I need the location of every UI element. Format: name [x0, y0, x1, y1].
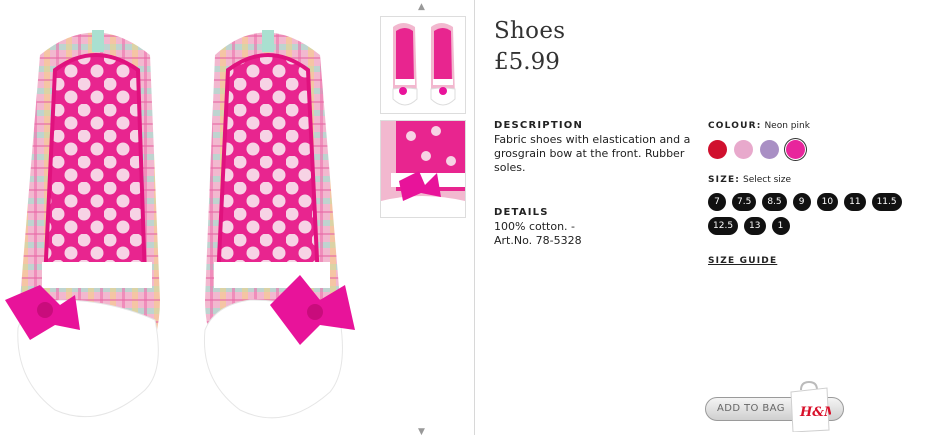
- left-shoe: [5, 30, 161, 418]
- colour-swatch-light-pink[interactable]: [734, 140, 753, 159]
- colour-selected-value: Neon pink: [764, 121, 810, 131]
- size-option[interactable]: 13: [744, 217, 766, 235]
- size-guide-link[interactable]: SIZE GUIDE: [708, 256, 777, 266]
- thumbnail-up-arrow-icon[interactable]: ▲: [418, 3, 425, 12]
- size-selector: SIZE: Select size 7 7.5 8.5 9 10 11 11.5…: [708, 175, 918, 235]
- colour-selector: COLOUR: Neon pink: [708, 121, 810, 159]
- size-option[interactable]: 8.5: [762, 193, 787, 211]
- size-label: SIZE:: [708, 175, 741, 185]
- thumbnail-detail-view[interactable]: [380, 120, 466, 218]
- size-option[interactable]: 9: [792, 193, 811, 211]
- size-option[interactable]: 12.5: [708, 217, 739, 235]
- column-divider: [474, 0, 475, 435]
- details-line: 100% cotton. -: [494, 220, 576, 233]
- colour-swatch-red[interactable]: [708, 140, 727, 159]
- add-to-bag-label: ADD TO BAG: [717, 403, 785, 414]
- size-option[interactable]: 11.5: [871, 193, 902, 211]
- thumbnail-down-arrow-icon[interactable]: ▼: [418, 428, 425, 437]
- size-option[interactable]: 7.5: [732, 193, 757, 211]
- size-option[interactable]: 7: [708, 193, 726, 211]
- description-heading: DESCRIPTION: [494, 120, 584, 131]
- description-text: Fabric shoes with elastication and a gro…: [494, 133, 691, 174]
- main-product-image: [5, 30, 355, 419]
- brand-logo: H&M: [799, 405, 831, 420]
- thumbnail-strip: ▲ ▼: [380, 0, 466, 437]
- details-heading: DETAILS: [494, 207, 549, 218]
- size-selected-value: Select size: [742, 175, 792, 185]
- colour-swatch-lilac[interactable]: [760, 140, 779, 159]
- details-section: DETAILS 100% cotton. - Art.No. 78-5328: [494, 207, 694, 248]
- right-shoe: [203, 30, 355, 419]
- size-option[interactable]: 11: [844, 193, 866, 211]
- description-section: DESCRIPTION Fabric shoes with elasticati…: [494, 120, 694, 175]
- colour-swatch-neon-pink[interactable]: [786, 140, 805, 159]
- product-price: £5.99: [494, 49, 560, 75]
- thumbnail-pair-view[interactable]: [380, 16, 466, 114]
- size-option[interactable]: 1: [771, 217, 790, 235]
- details-line: Art.No. 78-5328: [494, 234, 582, 247]
- product-title: Shoes: [494, 18, 566, 44]
- colour-label: COLOUR:: [708, 121, 762, 131]
- shopping-bag-icon[interactable]: H&M: [787, 380, 831, 432]
- size-option[interactable]: 10: [816, 193, 839, 211]
